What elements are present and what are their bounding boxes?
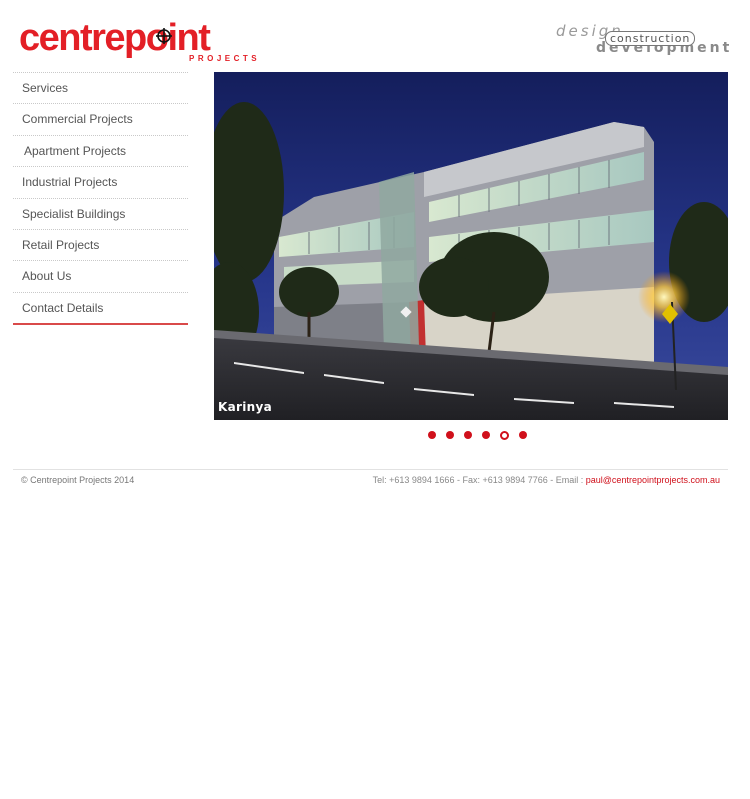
- slide-dot-5-active[interactable]: [500, 430, 509, 440]
- nav-item-apartment-projects[interactable]: Apartment Projects: [13, 134, 188, 166]
- slideshow-image[interactable]: Karinya: [214, 72, 728, 420]
- footer-divider: [13, 469, 728, 470]
- logo-wordmark: centrepoint: [19, 17, 211, 59]
- nav-item-retail-projects[interactable]: Retail Projects: [13, 228, 188, 260]
- slide-dot-3[interactable]: [464, 431, 472, 439]
- logo-subtitle: PROJECTS: [189, 54, 261, 63]
- footer-contact: Tel: +613 9894 1666 - Fax: +613 9894 776…: [373, 475, 720, 485]
- nav-item-commercial-projects[interactable]: Commercial Projects: [13, 103, 188, 134]
- site-logo[interactable]: centrepoint PROJECTS: [19, 17, 257, 66]
- nav-item-contact-details[interactable]: Contact Details: [13, 291, 188, 323]
- slide-dot-6[interactable]: [519, 431, 527, 439]
- nav-item-specialist-buildings[interactable]: Specialist Buildings: [13, 197, 188, 229]
- tagline-construction: construction: [605, 31, 696, 46]
- slide-dot-2[interactable]: [446, 431, 454, 439]
- footer-copyright: © Centrepoint Projects 2014: [21, 475, 135, 485]
- building-photo: [214, 72, 728, 420]
- main-nav: Services Commercial Projects Apartment P…: [13, 72, 188, 326]
- nav-item-about-us[interactable]: About Us: [13, 260, 188, 291]
- slide-pager: [428, 430, 527, 441]
- tagline: design development construction: [556, 22, 729, 62]
- nav-item-industrial-projects[interactable]: Industrial Projects: [13, 166, 188, 197]
- logo-crosshair-icon: [156, 28, 172, 44]
- slide-dot-1[interactable]: [428, 431, 436, 439]
- slide-caption: Karinya: [218, 400, 272, 414]
- footer-email-link[interactable]: paul@centrepointprojects.com.au: [586, 475, 720, 485]
- footer-contact-text: Tel: +613 9894 1666 - Fax: +613 9894 776…: [372, 475, 586, 485]
- slide-dot-4[interactable]: [482, 431, 490, 439]
- nav-item-services[interactable]: Services: [13, 72, 188, 103]
